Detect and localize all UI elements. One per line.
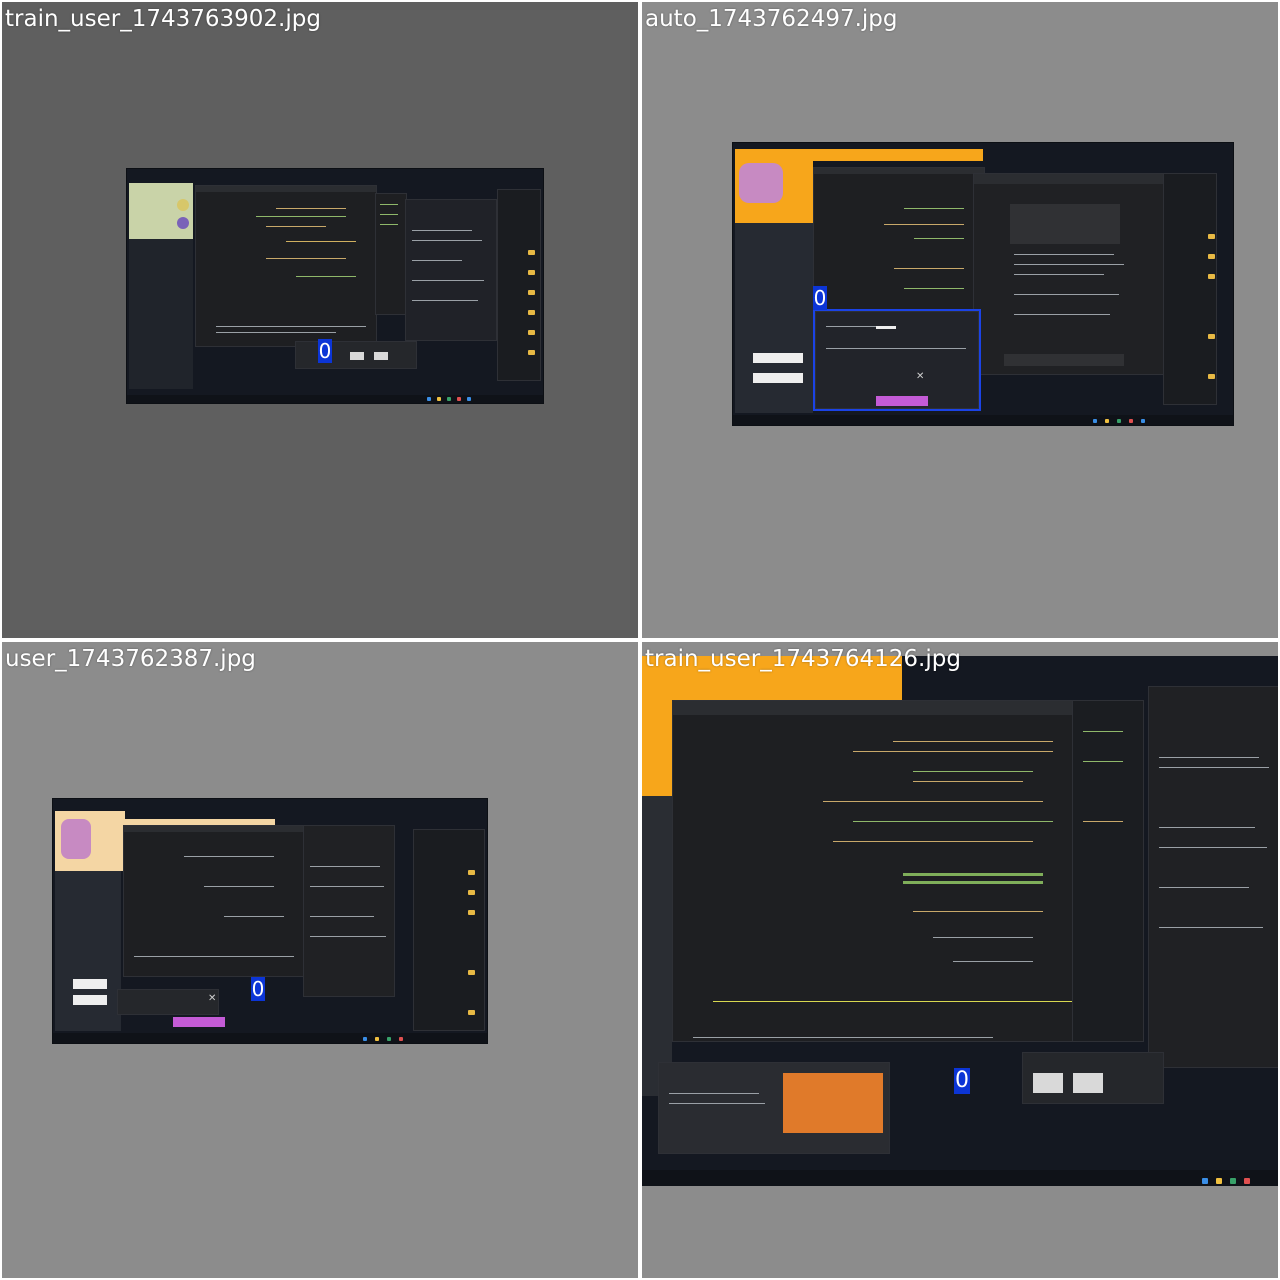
- desktop-screenshot: ✕ 0: [732, 142, 1234, 426]
- title-bar: [124, 826, 304, 832]
- side-panel: [55, 871, 121, 1031]
- image-caption: train_user_1743763902.jpg: [5, 6, 321, 32]
- side-panel: [642, 796, 672, 1096]
- folder-icon[interactable]: [468, 910, 475, 915]
- title-bar: [673, 701, 1103, 715]
- folder-icon[interactable]: [528, 290, 535, 295]
- file-explorer-window[interactable]: [497, 189, 541, 381]
- code-editor-window[interactable]: [813, 167, 985, 319]
- side-panel: [735, 223, 813, 413]
- avatar: [177, 199, 189, 211]
- marker-label: 0: [954, 1068, 970, 1094]
- thumbnail[interactable]: [374, 352, 388, 360]
- taskbar: [642, 1170, 1278, 1186]
- title-bar: [196, 186, 376, 192]
- title-bar: [814, 168, 984, 174]
- folder-icon[interactable]: [528, 350, 535, 355]
- dialog-window[interactable]: ✕: [117, 989, 219, 1015]
- grid-cell-1: train_user_1743763902.jpg 0: [2, 2, 638, 638]
- desktop-screenshot: 0: [642, 656, 1278, 1186]
- folder-icon[interactable]: [1208, 254, 1215, 259]
- grid-cell-2: auto_1743762497.jpg ✕ 0: [642, 2, 1278, 638]
- thumbnail[interactable]: [350, 352, 364, 360]
- palette: [753, 373, 803, 383]
- grid-cell-3: user_1743762387.jpg ✕ 0: [2, 642, 638, 1278]
- desktop-screenshot: 0: [126, 168, 544, 404]
- folder-icon[interactable]: [468, 1010, 475, 1015]
- code-editor-window[interactable]: [195, 185, 377, 347]
- thumbnail[interactable]: [173, 1017, 225, 1027]
- folder-icon[interactable]: [528, 330, 535, 335]
- wallpaper-art: [739, 163, 783, 203]
- folder-icon[interactable]: [1208, 334, 1215, 339]
- editor-side-window[interactable]: [375, 193, 407, 315]
- selection-box: [813, 309, 981, 411]
- taskbar: [53, 1033, 487, 1043]
- folder-icon[interactable]: [528, 250, 535, 255]
- taskbar: [127, 395, 543, 403]
- avatar: [177, 217, 189, 229]
- editor-side-window[interactable]: [1072, 700, 1144, 1042]
- grid-cell-4: 0 train_user_1743764126.jpg: [642, 642, 1278, 1278]
- folder-icon[interactable]: [528, 270, 535, 275]
- marker-label: 0: [251, 977, 265, 1001]
- desktop-screenshot: ✕ 0: [52, 798, 488, 1044]
- folder-icon[interactable]: [468, 870, 475, 875]
- dialog-window[interactable]: [658, 1062, 890, 1154]
- thumbnail[interactable]: [1073, 1073, 1103, 1093]
- code-editor-window[interactable]: [123, 825, 305, 977]
- folder-icon[interactable]: [1208, 374, 1215, 379]
- thumbnail[interactable]: [783, 1073, 883, 1133]
- file-explorer-window[interactable]: [413, 829, 485, 1031]
- folder-icon[interactable]: [1208, 234, 1215, 239]
- thumbnail[interactable]: [1033, 1073, 1063, 1093]
- preview-popup[interactable]: [1022, 1052, 1164, 1104]
- side-panel-lower: [129, 239, 193, 389]
- palette: [753, 353, 803, 363]
- file-explorer-window[interactable]: [1163, 173, 1217, 405]
- folder-icon[interactable]: [468, 890, 475, 895]
- browser-window[interactable]: [303, 825, 395, 997]
- wallpaper-art: [813, 149, 983, 161]
- browser-window[interactable]: [1148, 686, 1278, 1068]
- image-caption: auto_1743762497.jpg: [645, 6, 898, 32]
- marker-label: 0: [318, 339, 332, 363]
- image-caption: train_user_1743764126.jpg: [645, 646, 961, 672]
- close-icon[interactable]: ✕: [208, 994, 216, 1004]
- palette: [73, 979, 107, 989]
- chat-bubble: [1010, 204, 1120, 244]
- preview-popup[interactable]: [295, 341, 417, 369]
- marker-label: 0: [813, 286, 827, 310]
- folder-icon[interactable]: [528, 310, 535, 315]
- code-editor-window[interactable]: [672, 700, 1104, 1042]
- side-panel: [129, 183, 193, 239]
- chat-window[interactable]: [405, 199, 497, 341]
- wallpaper-art: [61, 819, 91, 859]
- folder-icon[interactable]: [468, 970, 475, 975]
- palette: [73, 995, 107, 1005]
- taskbar: [733, 415, 1233, 425]
- image-caption: user_1743762387.jpg: [5, 646, 256, 672]
- prompt-box[interactable]: [1004, 354, 1124, 366]
- folder-icon[interactable]: [1208, 274, 1215, 279]
